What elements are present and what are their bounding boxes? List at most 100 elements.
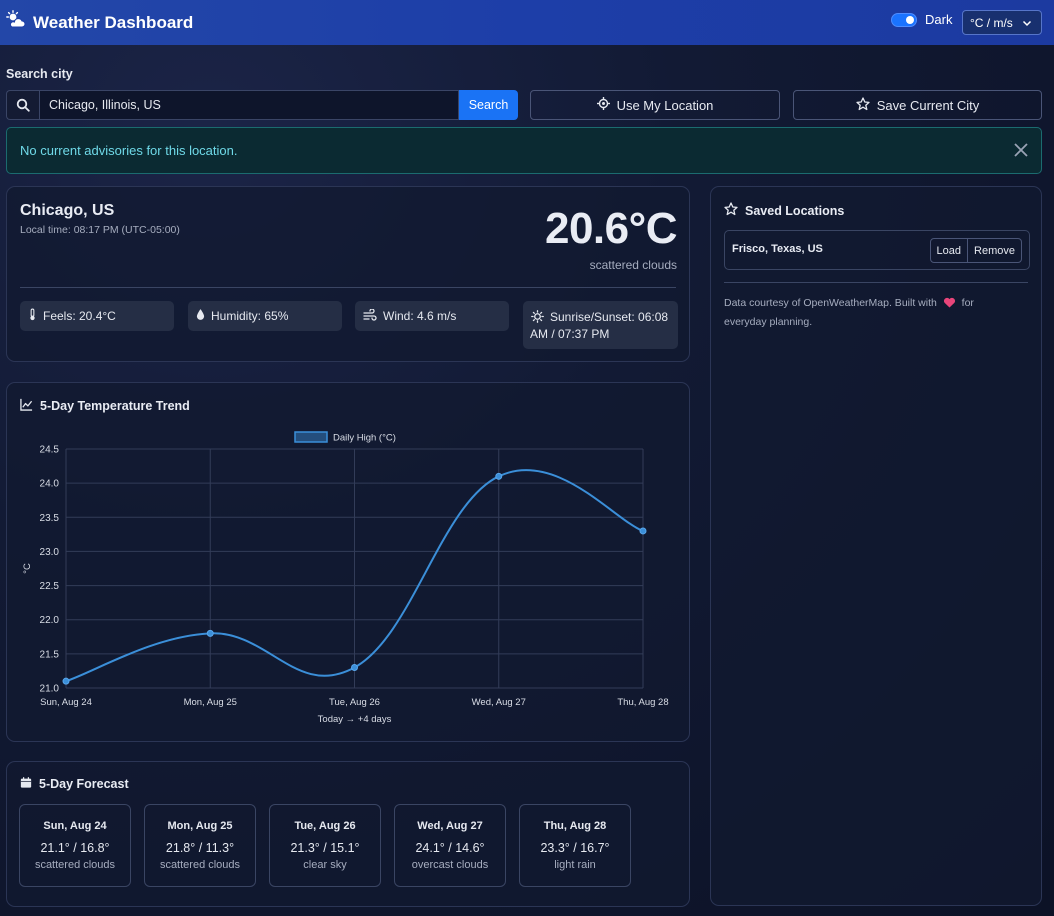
credits-part-1: Data courtesy of OpenWeatherMap. Built w… xyxy=(724,297,937,309)
forecast-day-card: Thu, Aug 28 23.3° / 16.7° light rain xyxy=(519,804,631,887)
x-tick-label: Tue, Aug 26 xyxy=(329,697,380,708)
forecast-temps: 24.1° / 14.6° xyxy=(415,841,485,855)
legend-label: Daily High (°C) xyxy=(333,433,396,444)
x-tick-label: Thu, Aug 28 xyxy=(617,697,668,708)
city-search-input[interactable] xyxy=(39,90,459,120)
sunrise-sunset-line2: AM / 07:37 PM xyxy=(530,327,610,341)
sunrise-sunset-stat: Sunrise/Sunset: 06:08 AM / 07:37 PM xyxy=(523,301,678,349)
sun-icon xyxy=(531,310,544,328)
heart-icon xyxy=(943,297,956,314)
chevron-down-icon xyxy=(1022,17,1032,27)
forecast-temps: 21.3° / 15.1° xyxy=(290,841,360,855)
saved-title-text: Saved Locations xyxy=(745,203,845,218)
remove-button[interactable]: Remove xyxy=(967,239,1021,262)
humidity-text: Humidity: 65% xyxy=(211,309,289,323)
close-icon[interactable] xyxy=(1013,142,1029,158)
saved-location-item: Frisco, Texas, US Load Remove xyxy=(724,230,1030,270)
forecast-condition: scattered clouds xyxy=(34,859,116,871)
forecast-day: Tue, Aug 26 xyxy=(294,820,356,832)
current-temperature: 20.6°C xyxy=(544,204,678,253)
sunrise-sunset-line1: Sunrise/Sunset: 06:08 xyxy=(550,310,669,324)
data-point xyxy=(639,527,647,535)
use-my-location-button[interactable]: Use My Location xyxy=(530,90,780,120)
search-group: Search xyxy=(6,90,518,120)
forecast-day-card: Tue, Aug 26 21.3° / 15.1° clear sky xyxy=(269,804,381,887)
app-title: Weather Dashboard xyxy=(33,12,194,32)
forecast-condition: overcast clouds xyxy=(411,859,489,871)
advisory-alert: No current advisories for this location. xyxy=(6,127,1042,174)
save-current-city-label: Save Current City xyxy=(876,97,980,113)
saved-location-actions: Load Remove xyxy=(929,238,1022,263)
forecast-temps: 21.8° / 11.3° xyxy=(165,841,235,855)
x-tick-label: Mon, Aug 25 xyxy=(184,697,237,708)
temperature-trend-card: 5-Day Temperature Trend 24.5 24.0 23.5 23.0… xyxy=(6,382,690,742)
local-time: Local time: 08:17 PM (UTC-05:00) xyxy=(20,224,180,236)
credits-text: Data courtesy of OpenWeatherMap. Built w… xyxy=(724,295,1014,331)
forecast-day: Sun, Aug 24 xyxy=(43,820,107,832)
wind-text: Wind: 4.6 m/s xyxy=(383,309,457,323)
theme-toggle[interactable] xyxy=(891,12,917,27)
y-tick-label: 24.5 xyxy=(40,445,60,456)
theme-label: Dark xyxy=(925,12,953,27)
y-tick-label: 23.5 xyxy=(40,513,60,524)
search-label: Search city xyxy=(6,67,73,81)
forecast-title-text: 5-Day Forecast xyxy=(39,777,129,791)
data-point xyxy=(351,664,358,672)
wind-stat: Wind: 4.6 m/s xyxy=(355,301,509,331)
forecast-condition: scattered clouds xyxy=(159,859,241,871)
units-value: °C / m/s xyxy=(970,15,1013,30)
search-icon xyxy=(6,90,39,120)
divider xyxy=(20,287,676,288)
forecast-day-card: Wed, Aug 27 24.1° / 14.6° overcast cloud… xyxy=(394,804,506,887)
droplet-icon xyxy=(196,308,205,324)
data-point xyxy=(62,677,70,685)
star-icon xyxy=(856,96,870,114)
y-tick-label: 22.0 xyxy=(40,615,60,626)
feels-like-text: Feels: 20.4°C xyxy=(43,309,116,323)
y-tick-label: 24.0 xyxy=(40,479,60,490)
forecast-condition: light rain xyxy=(554,859,596,871)
data-point xyxy=(495,472,503,480)
y-tick-label: 23.0 xyxy=(40,547,60,558)
x-tick-label: Wed, Aug 27 xyxy=(472,697,526,708)
forecast-day: Thu, Aug 28 xyxy=(543,820,607,832)
saved-title: Saved Locations xyxy=(724,202,844,219)
forecast-day-card: Mon, Aug 25 21.8° / 11.3° scattered clou… xyxy=(144,804,256,887)
sunrise-sunset-text: Sunrise/Sunset: 06:08 AM / 07:37 PM xyxy=(530,309,669,343)
y-tick-label: 21.5 xyxy=(40,649,60,660)
forecast-card: 5-Day Forecast Sun, Aug 24 21.1° / 16.8°… xyxy=(6,761,690,907)
divider xyxy=(724,282,1028,283)
saved-location-name: Frisco, Texas, US xyxy=(732,243,823,255)
brand[interactable]: Weather Dashboard xyxy=(6,10,193,35)
save-current-city-button[interactable]: Save Current City xyxy=(793,90,1042,120)
y-tick-label: 22.5 xyxy=(40,581,60,592)
y-tick-label: 21.0 xyxy=(40,684,60,695)
saved-locations-card: Saved Locations Frisco, Texas, US Load R… xyxy=(710,186,1042,906)
current-weather-card: Chicago, US Local time: 08:17 PM (UTC-05… xyxy=(6,186,690,362)
cloud-sun-icon xyxy=(6,10,26,35)
forecast-temps: 21.1° / 16.8° xyxy=(40,841,110,855)
units-select[interactable]: °C / m/s xyxy=(962,10,1042,35)
top-navbar: Weather Dashboard Dark °C / m/s xyxy=(0,0,1054,45)
data-point xyxy=(206,629,214,637)
temperature-line-chart: 24.5 24.0 23.5 23.0 22.5 22.0 21.5 21.0 Sun, Aug… xyxy=(22,431,669,725)
thermometer-icon xyxy=(28,308,37,324)
forecast-temps: 23.3° / 16.7° xyxy=(540,841,610,855)
feels-like-stat: Feels: 20.4°C xyxy=(20,301,174,331)
theme-toggle-group: Dark xyxy=(891,12,952,27)
x-tick-label: Sun, Aug 24 xyxy=(40,697,92,708)
forecast-condition: clear sky xyxy=(303,859,347,871)
humidity-stat: Humidity: 65% xyxy=(188,301,342,331)
current-condition: scattered clouds xyxy=(589,258,677,272)
use-my-location-label: Use My Location xyxy=(616,97,714,113)
city-name: Chicago, US xyxy=(20,202,115,219)
forecast-title: 5-Day Forecast xyxy=(20,776,129,792)
wind-icon xyxy=(363,307,377,324)
forecast-day: Wed, Aug 27 xyxy=(417,820,483,832)
legend-swatch xyxy=(294,431,328,443)
load-button[interactable]: Load xyxy=(931,239,967,262)
x-axis-label: Today → +4 days xyxy=(318,714,392,725)
search-button[interactable]: Search xyxy=(459,90,518,120)
calendar-icon xyxy=(20,776,32,792)
advisory-text: No current advisories for this location. xyxy=(20,143,238,158)
